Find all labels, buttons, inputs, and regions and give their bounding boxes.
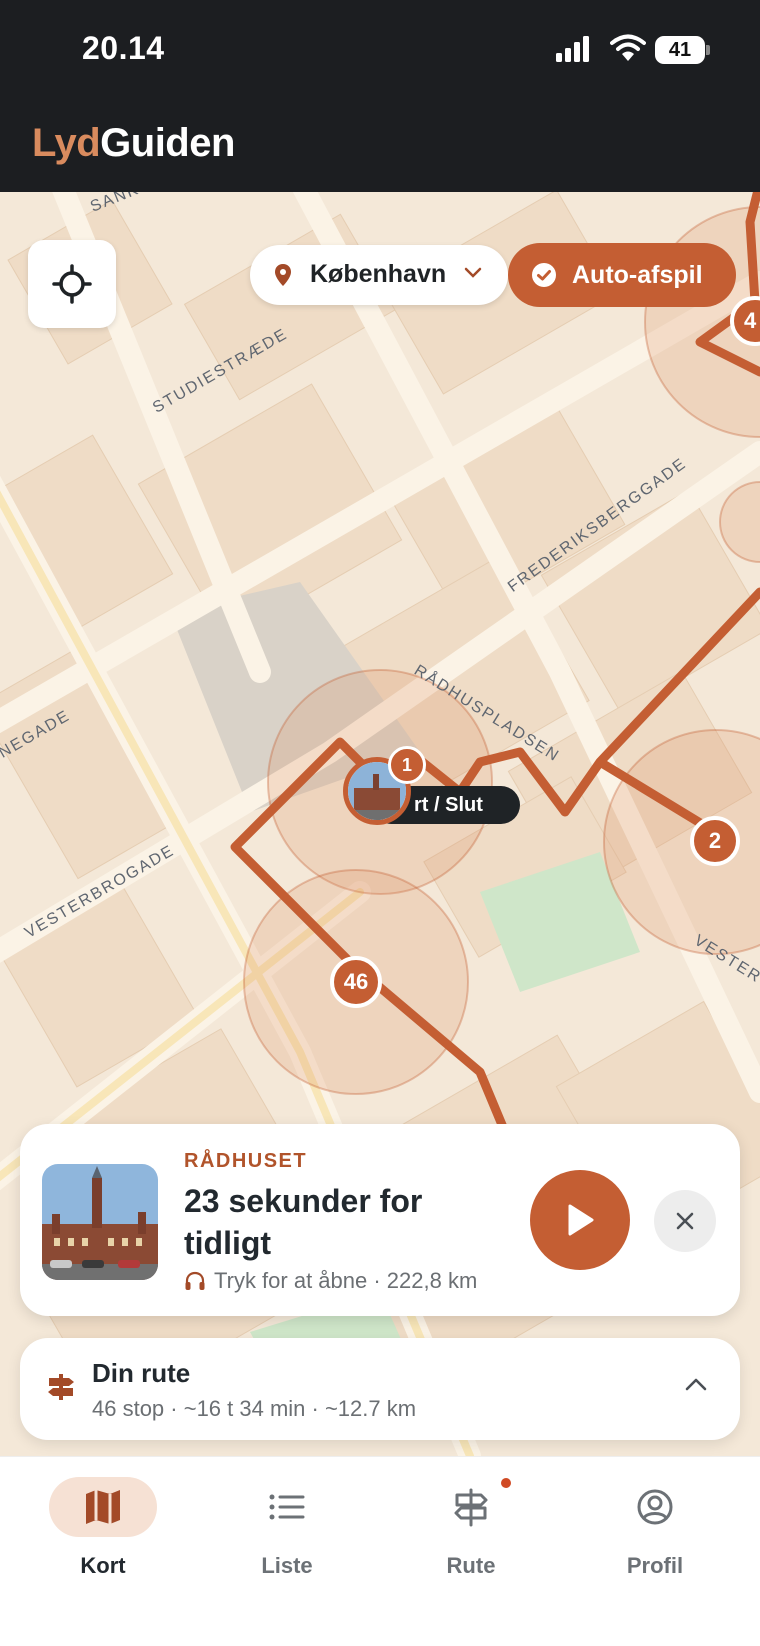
route-title: Din rute (92, 1358, 191, 1388)
stop-1-badge: 1 (388, 746, 426, 784)
tab-liste-label: Liste (261, 1553, 313, 1578)
chevron-down-icon (464, 267, 482, 278)
signpost-icon (48, 1374, 74, 1400)
close-button[interactable] (654, 1190, 716, 1252)
tab-rute[interactable]: Rute (396, 1469, 546, 1599)
auto-play-toggle[interactable]: Auto-afspil (508, 243, 736, 307)
stop-46-marker[interactable]: 46 (330, 956, 382, 1008)
profile-icon (637, 1489, 673, 1525)
chevron-up-icon[interactable] (684, 1376, 708, 1392)
battery-nub (706, 45, 710, 55)
tab-profil-label: Profil (626, 1553, 684, 1578)
now-playing-title: 23 sekunder for tidligt (184, 1183, 423, 1261)
tab-profil[interactable]: Profil (580, 1469, 730, 1599)
tab-liste[interactable]: Liste (212, 1469, 362, 1599)
stop-2-marker[interactable]: 2 (690, 816, 740, 866)
raadhuset-thumbnail (42, 1164, 158, 1280)
battery-indicator: 41 (655, 36, 705, 64)
tab-kort[interactable]: Kort (28, 1469, 178, 1599)
now-playing-subtitle: Tryk for at åbne · 222,8 km (184, 1268, 477, 1294)
wifi-icon (610, 34, 646, 61)
stop-name: RÅDHUSET (184, 1150, 308, 1172)
check-circle-icon (532, 263, 556, 287)
route-summary-card[interactable]: Din rute 46 stop · ~16 t 34 min · ~12.7 … (20, 1338, 740, 1440)
headphones-icon (185, 1271, 205, 1290)
tab-kort-label: Kort (80, 1553, 126, 1578)
bottom-tab-bar: Kort Liste Rute Profil (0, 1456, 760, 1646)
notification-dot (501, 1478, 511, 1488)
cellular-signal-icon (556, 36, 589, 62)
map-icon (86, 1490, 120, 1524)
signpost-icon (454, 1488, 488, 1527)
city-selector[interactable]: København (250, 245, 508, 305)
tab-rute-label: Rute (446, 1553, 496, 1578)
app-logo: LydGuiden (32, 121, 235, 165)
route-meta: 46 stop · ~16 t 34 min · ~12.7 km (92, 1396, 417, 1421)
location-pin-icon (275, 264, 291, 286)
close-icon (676, 1212, 694, 1230)
city-selector-label: København (310, 260, 447, 288)
status-time: 20.14 (82, 30, 165, 66)
play-button[interactable] (530, 1170, 630, 1270)
now-playing-card[interactable]: RÅDHUSET 23 sekunder for tidligt Tryk fo… (20, 1124, 740, 1316)
auto-play-label: Auto-afspil (572, 261, 703, 289)
list-icon (269, 1494, 305, 1520)
crosshair-icon (52, 264, 92, 304)
play-icon (568, 1204, 594, 1236)
locate-me-button[interactable] (28, 240, 116, 328)
